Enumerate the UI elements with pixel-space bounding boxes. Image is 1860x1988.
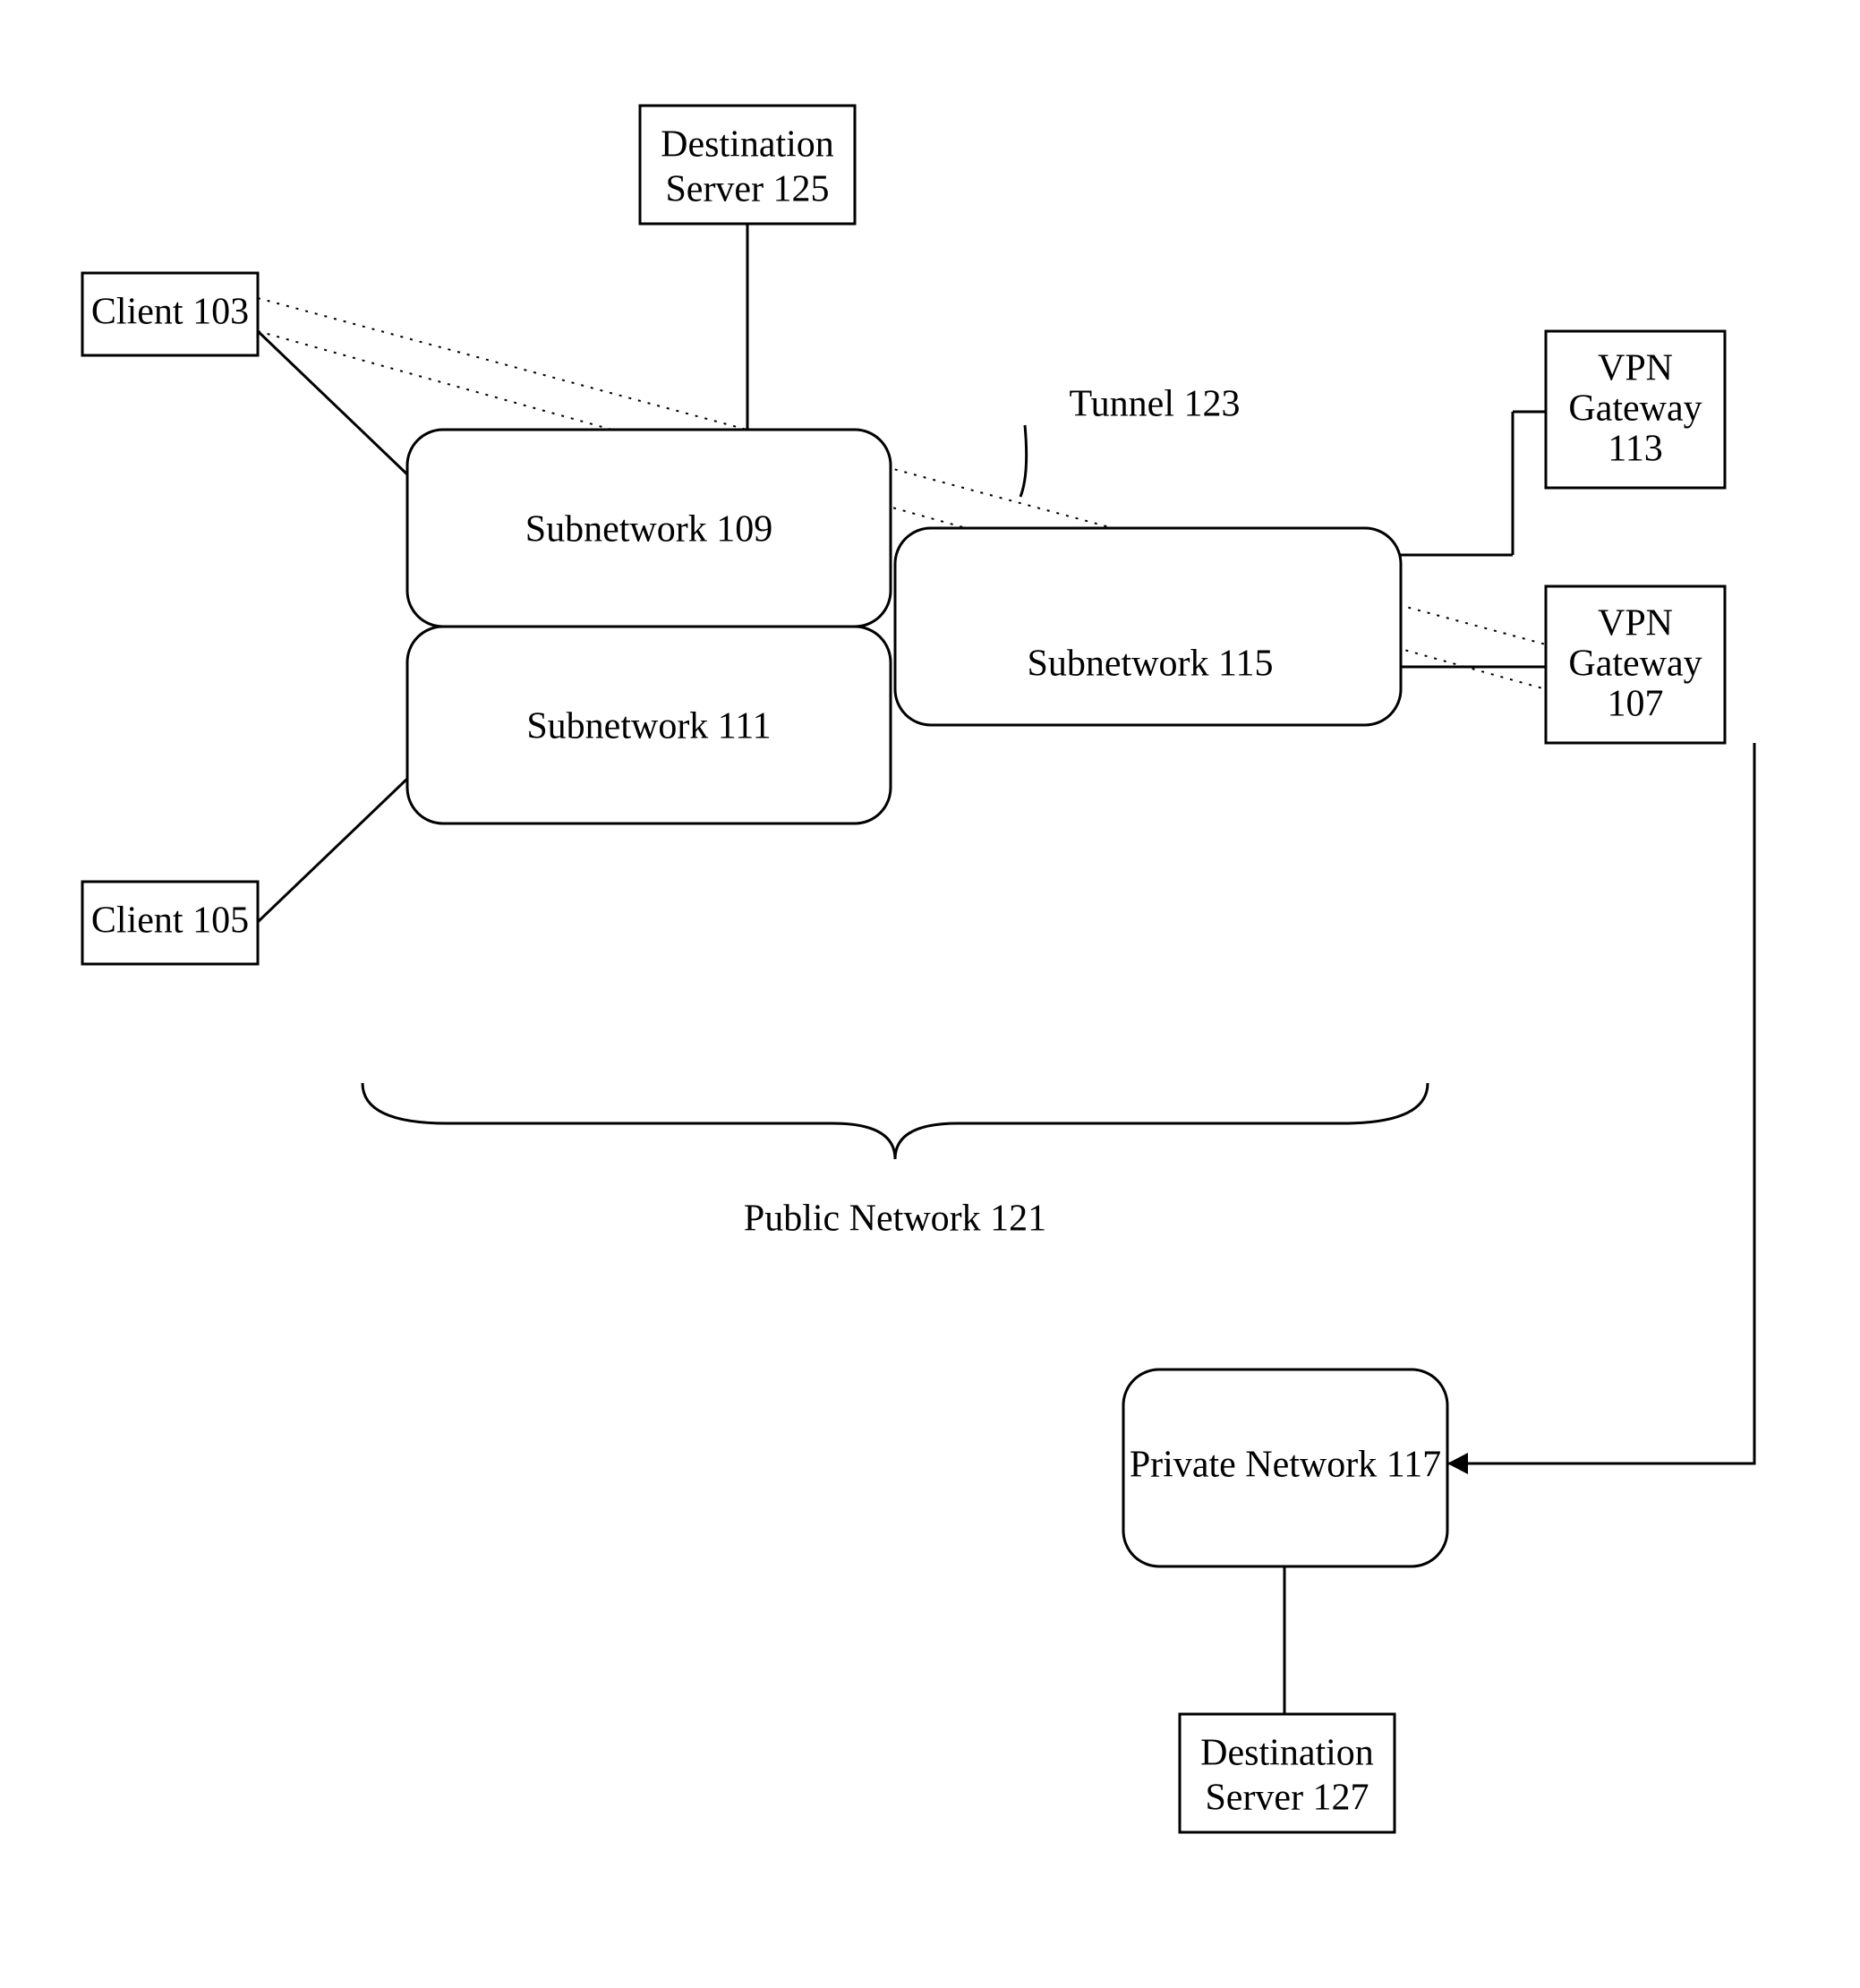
connector-client105-subnet111	[258, 779, 407, 922]
connector-client103-subnet109	[258, 331, 407, 474]
diagram-canvas: Subnetwork 109 Subnetwork 111 Subnetwork…	[0, 0, 1860, 1988]
arrow-vpn107-private	[1447, 743, 1754, 1463]
private-network-label: Private Network 117	[1130, 1445, 1441, 1486]
subnet111-label: Subnetwork 111	[526, 706, 771, 747]
subnet115-box	[895, 528, 1401, 725]
subnet109-label: Subnetwork 109	[525, 509, 773, 550]
tunnel-label-curve	[1020, 425, 1027, 497]
public-network-label: Public Network 121	[744, 1199, 1046, 1240]
dest125-label-2: Server 125	[665, 169, 829, 210]
vpn113-label-2: Gateway	[1568, 388, 1702, 430]
public-network-brace	[363, 1083, 1428, 1159]
client105-label: Client 105	[91, 900, 249, 942]
vpn107-label-3: 107	[1608, 684, 1664, 725]
vpn107-label-1: VPN	[1598, 603, 1673, 644]
vpn107-label-2: Gateway	[1568, 644, 1702, 685]
dest127-label-2: Server 127	[1205, 1778, 1369, 1819]
vpn113-label-3: 113	[1608, 429, 1662, 470]
arrow-head	[1447, 1453, 1468, 1474]
subnet115-label: Subnetwork 115	[1028, 644, 1274, 685]
vpn113-label-1: VPN	[1598, 348, 1673, 389]
tunnel-label: Tunnel 123	[1070, 384, 1241, 425]
client103-label: Client 103	[91, 292, 249, 333]
dest125-label-1: Destination	[661, 124, 834, 166]
dest127-label-1: Destination	[1200, 1733, 1374, 1774]
